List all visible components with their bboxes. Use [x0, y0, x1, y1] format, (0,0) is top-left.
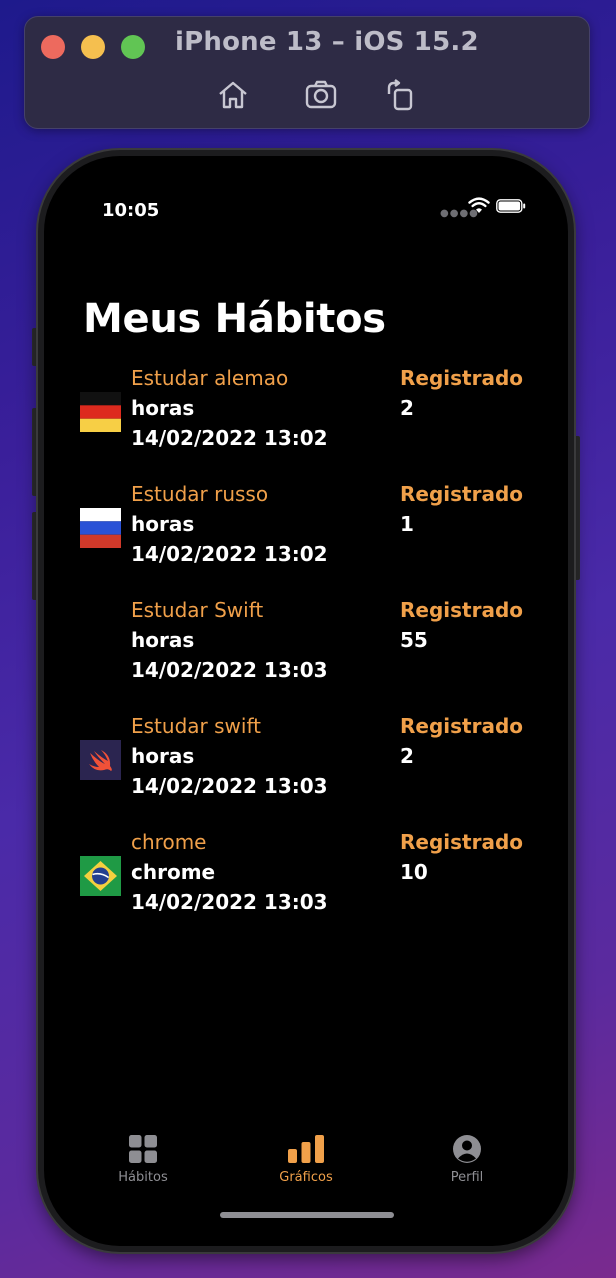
- habit-unit: horas: [131, 512, 195, 536]
- habit-name: Estudar swift: [131, 714, 261, 738]
- status-time: 10:05: [102, 200, 160, 221]
- habit-date: 14/02/2022 13:03: [131, 658, 328, 682]
- habit-value: 55: [400, 628, 428, 652]
- habit-date: 14/02/2022 13:02: [131, 426, 328, 450]
- habit-name: Estudar Swift: [131, 598, 264, 622]
- habit-unit: horas: [131, 628, 195, 652]
- habit-name: Estudar alemao: [131, 366, 289, 390]
- habit-date: 14/02/2022 13:03: [131, 774, 328, 798]
- tab-graficos-label: Gráficos: [279, 1170, 333, 1185]
- home-icon[interactable]: [215, 77, 251, 113]
- habit-unit: horas: [131, 396, 195, 420]
- phone-screen: 10:05 ●●●● Meus Hábitos Estudar alemao h…: [44, 156, 568, 1246]
- tab-perfil-label: Perfil: [450, 1170, 484, 1185]
- wifi-icon: [468, 197, 490, 213]
- zoom-window-button[interactable]: [121, 35, 145, 59]
- battery-icon: [496, 199, 526, 213]
- habit-status-label: Registrado: [400, 482, 524, 506]
- habit-status-label: Registrado: [400, 714, 524, 738]
- habit-value: 1: [400, 512, 414, 536]
- grid-icon: [129, 1135, 157, 1163]
- tab-graficos[interactable]: Gráficos: [251, 1134, 361, 1194]
- habit-unit: horas: [131, 744, 195, 768]
- tab-habitos-label: Hábitos: [118, 1170, 168, 1185]
- habit-value: 10: [400, 860, 428, 884]
- habit-status-label: Registrado: [400, 598, 524, 622]
- habit-row[interactable]: chrome chrome 14/02/2022 13:03 Registrad…: [44, 830, 568, 930]
- germany-flag-icon: [80, 392, 121, 432]
- tab-bar: Hábitos Gráficos Perfil: [44, 1134, 568, 1194]
- minimize-window-button[interactable]: [81, 35, 105, 59]
- brazil-flag-icon: [80, 856, 121, 896]
- tab-habitos[interactable]: Hábitos: [88, 1134, 198, 1194]
- simulator-title: iPhone 13 – iOS 15.2: [175, 27, 479, 57]
- habit-name: Estudar russo: [131, 482, 269, 506]
- rotate-icon[interactable]: [382, 77, 418, 113]
- habit-date: 14/02/2022 13:03: [131, 890, 328, 914]
- phone-frame: 10:05 ●●●● Meus Hábitos Estudar alemao h…: [38, 150, 574, 1252]
- habit-value: 2: [400, 396, 414, 420]
- habit-row[interactable]: Estudar russo horas 14/02/2022 13:02 Reg…: [44, 482, 568, 582]
- habit-date: 14/02/2022 13:02: [131, 542, 328, 566]
- habit-row[interactable]: Estudar Swift horas 14/02/2022 13:03 Reg…: [44, 598, 568, 698]
- habit-name: chrome: [131, 830, 207, 854]
- page-title: Meus Hábitos: [83, 296, 386, 342]
- tab-perfil[interactable]: Perfil: [412, 1134, 522, 1194]
- habit-status-label: Registrado: [400, 366, 524, 390]
- person-circle-icon: [453, 1135, 481, 1163]
- home-indicator[interactable]: [220, 1212, 394, 1218]
- habit-status-label: Registrado: [400, 830, 524, 854]
- habit-value: 2: [400, 744, 414, 768]
- habit-row[interactable]: Estudar swift horas 14/02/2022 13:03 Reg…: [44, 714, 568, 814]
- close-window-button[interactable]: [41, 35, 65, 59]
- swift-logo-icon: [80, 740, 121, 780]
- power-button: [574, 436, 580, 580]
- habit-unit: chrome: [131, 860, 216, 884]
- habit-row[interactable]: Estudar alemao horas 14/02/2022 13:02 Re…: [44, 366, 568, 466]
- screenshot-icon[interactable]: [303, 77, 339, 113]
- russia-flag-icon: [80, 508, 121, 548]
- simulator-toolbar: iPhone 13 – iOS 15.2: [24, 16, 590, 129]
- bar-chart-icon: [288, 1135, 324, 1163]
